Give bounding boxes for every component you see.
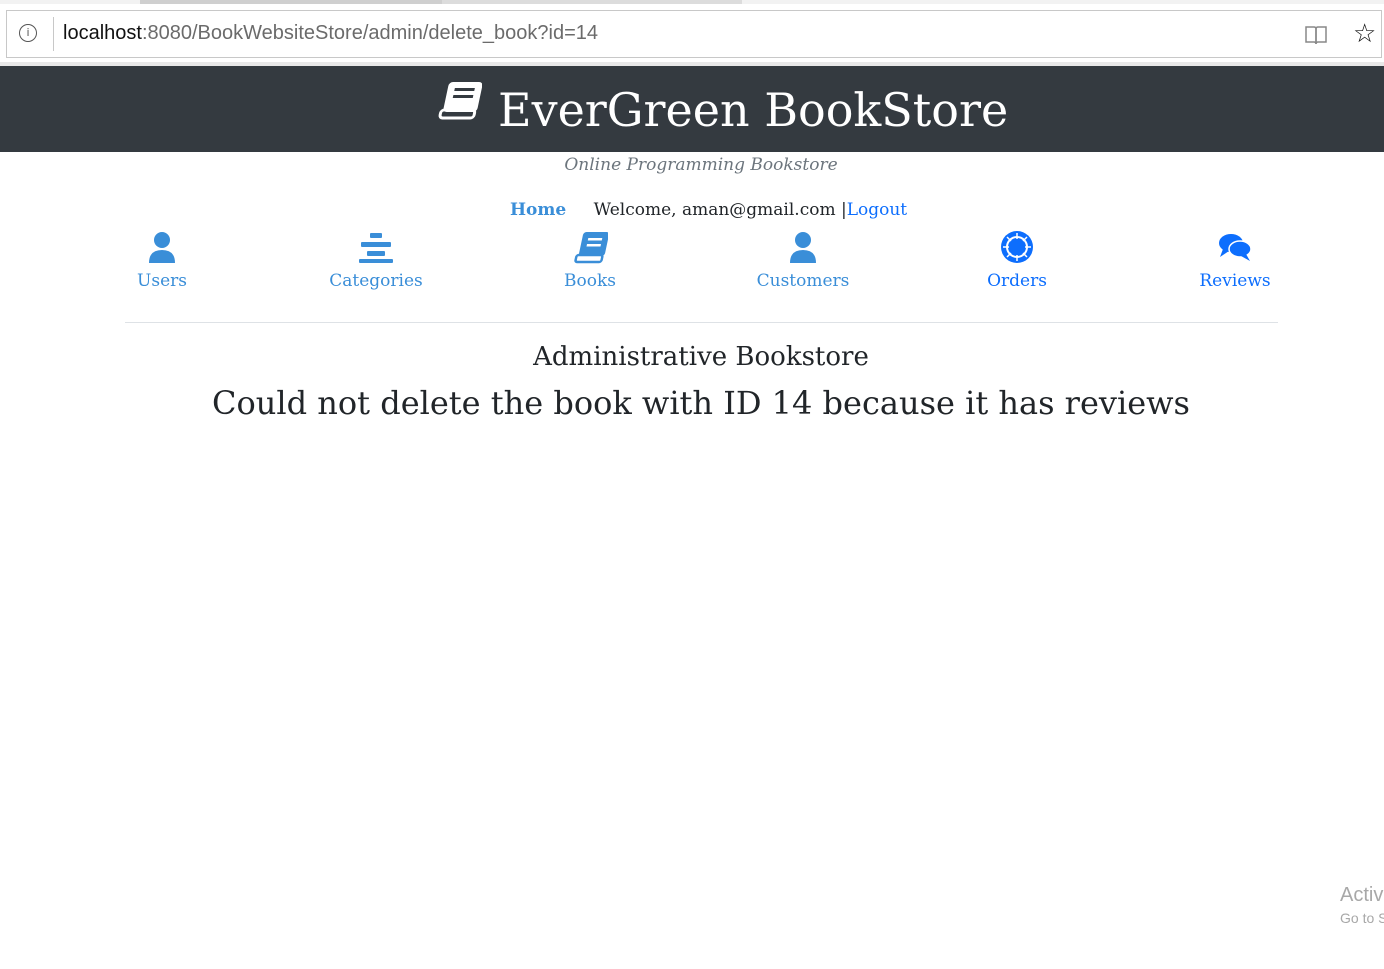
book-icon[interactable] [436, 78, 482, 122]
menu-label: Reviews [1199, 271, 1271, 291]
star-icon[interactable]: ☆ [1353, 19, 1376, 49]
logout-link[interactable]: Logout [847, 200, 907, 220]
menu-item-books[interactable]: Books [500, 230, 680, 292]
url-text[interactable]: localhost:8080/BookWebsiteStore/admin/de… [63, 22, 598, 45]
site-tagline: Online Programming Bookstore [564, 155, 838, 175]
home-link[interactable]: Home [510, 200, 566, 220]
menu-label: Categories [329, 271, 423, 291]
menu-divider [125, 322, 1278, 323]
menu-label: Users [137, 271, 187, 291]
reader-view-icon[interactable] [1305, 25, 1327, 45]
menu-item-orders[interactable]: Orders [927, 230, 1107, 292]
url-host: localhost [63, 22, 142, 44]
welcome-text: Welcome, aman@gmail.com | [593, 200, 847, 220]
tab-strip [0, 0, 1384, 4]
error-message: Could not delete the book with ID 14 bec… [212, 384, 1190, 422]
orders-icon [1001, 231, 1033, 263]
address-separator [53, 17, 54, 51]
menu-item-categories[interactable]: Categories [286, 230, 466, 292]
top-nav: Home Welcome, aman@gmail.com |Logout [510, 198, 907, 222]
menu-item-customers[interactable]: Customers [713, 230, 893, 292]
browser-tab[interactable] [442, 0, 742, 4]
activation-watermark: Activ Go to S [1340, 882, 1384, 928]
user-icon [149, 232, 175, 263]
list-icon [359, 233, 393, 263]
menu-label: Books [564, 271, 616, 291]
url-path: :8080/BookWebsiteStore/admin/delete_book… [141, 22, 599, 44]
comments-icon [1219, 234, 1252, 261]
browser-tab[interactable] [140, 0, 442, 4]
info-icon[interactable]: i [19, 24, 37, 42]
watermark-line-2: Go to S [1340, 910, 1384, 926]
menu-label: Orders [987, 271, 1047, 291]
site-title[interactable]: EverGreen BookStore [498, 82, 1008, 138]
menu-label: Customers [756, 271, 850, 291]
address-bar[interactable]: i localhost:8080/BookWebsiteStore/admin/… [6, 10, 1382, 58]
watermark-line-1: Activ [1340, 884, 1384, 906]
user-icon [790, 232, 816, 263]
page-heading: Administrative Bookstore [533, 342, 869, 372]
book-icon [574, 232, 608, 264]
menu-item-users[interactable]: Users [72, 230, 252, 292]
menu-item-reviews[interactable]: Reviews [1145, 230, 1325, 292]
site-header: EverGreen BookStore [0, 66, 1384, 152]
